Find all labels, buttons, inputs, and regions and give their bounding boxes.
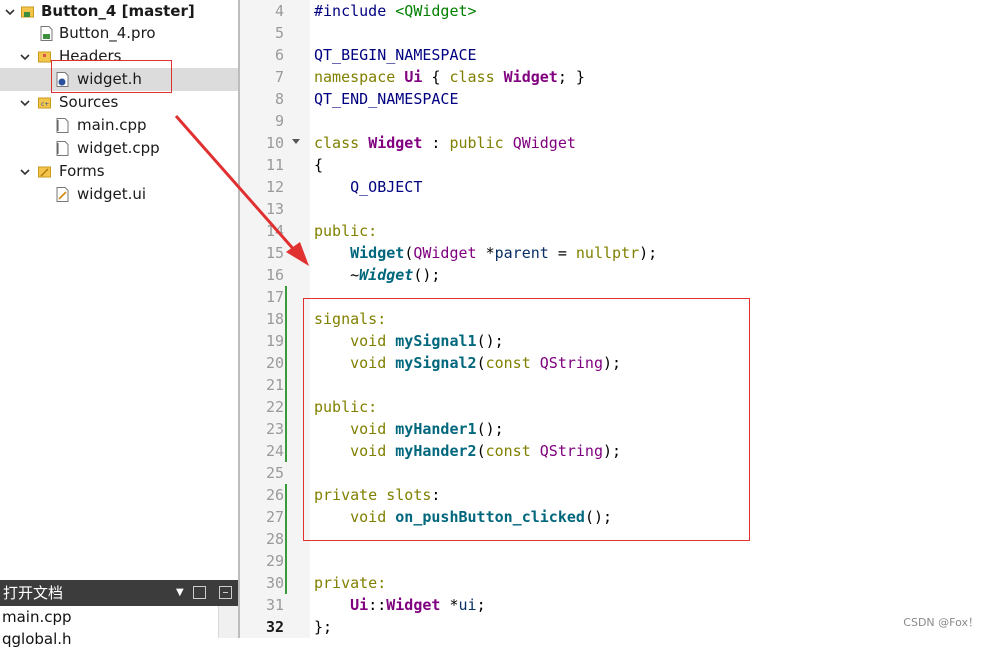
change-marker <box>285 484 287 594</box>
chevron-down-icon[interactable] <box>4 6 16 18</box>
line-number: 14 <box>265 222 284 240</box>
code-line-14: public: <box>314 222 378 240</box>
open-documents-title: 打开文档 <box>3 584 64 602</box>
tree-item-label: main.cpp <box>77 116 147 134</box>
watermark: CSDN @Fox！ <box>903 616 979 629</box>
line-number: 22 <box>265 398 284 416</box>
line-number: 10 <box>265 134 284 152</box>
code-line-31: Ui::Widget *ui; <box>350 596 486 614</box>
tree-item-widget-ui[interactable]: widget.ui <box>0 183 238 206</box>
line-number: 26 <box>265 486 284 504</box>
cpp-file-icon <box>56 118 69 133</box>
chevron-down-icon[interactable] <box>19 51 31 63</box>
tree-item-label: widget.ui <box>77 185 147 203</box>
tree-item-label: Forms <box>59 162 105 180</box>
chevron-down-icon[interactable] <box>19 166 31 178</box>
svg-text:c+: c+ <box>41 101 49 108</box>
line-number: 8 <box>274 90 284 108</box>
line-number: 18 <box>265 310 284 328</box>
line-number: 13 <box>265 200 284 218</box>
code-line-12: Q_OBJECT <box>314 178 423 196</box>
line-number: 19 <box>265 332 284 350</box>
ui-file-icon <box>56 187 69 202</box>
tree-item-pro-file[interactable]: Button_4.pro <box>0 22 238 45</box>
tree-item-label: Button_4.pro <box>59 24 156 42</box>
tree-item-sources[interactable]: c+ Sources <box>0 91 238 114</box>
tree-item-label: Sources <box>59 93 119 111</box>
line-number: 23 <box>265 420 284 438</box>
line-number: 11 <box>265 156 284 174</box>
code-line-10: class Widget : public QWidget <box>314 134 576 152</box>
open-documents-scrollbar[interactable] <box>218 606 239 638</box>
close-panel-icon[interactable] <box>219 586 232 599</box>
code-line-30: private: <box>314 574 387 592</box>
code-line-16: ~Widget(); <box>314 266 441 284</box>
line-number: 15 <box>265 244 284 262</box>
dropdown-arrow-icon[interactable]: ▼ <box>176 580 184 606</box>
line-number: 6 <box>274 46 284 64</box>
line-number: 24 <box>265 442 284 460</box>
code-line-32: }; <box>314 618 333 636</box>
open-document-item[interactable]: main.cpp <box>2 606 72 628</box>
code-line-8: QT_END_NAMESPACE <box>314 90 459 108</box>
open-document-item[interactable]: qglobal.h <box>2 628 72 650</box>
forms-folder-icon <box>38 166 51 178</box>
sources-folder-icon: c+ <box>38 97 51 109</box>
chevron-down-icon[interactable] <box>19 97 31 109</box>
tree-item-label: widget.cpp <box>77 139 160 157</box>
line-number: 9 <box>274 112 284 130</box>
line-number: 17 <box>265 288 284 306</box>
annotation-box-signals-slots <box>303 298 750 541</box>
headers-folder-icon <box>38 51 51 63</box>
project-name: Button_4 [master] <box>41 2 195 20</box>
line-number: 29 <box>265 552 284 570</box>
line-number: 27 <box>265 508 284 526</box>
line-number: 4 <box>274 2 284 20</box>
pro-file-icon <box>40 26 53 41</box>
split-icon[interactable] <box>193 586 206 599</box>
tree-item-main-cpp[interactable]: main.cpp <box>0 114 238 137</box>
open-documents-list: main.cpp qglobal.h <box>0 606 238 648</box>
project-folder-icon <box>21 6 34 18</box>
line-number: 31 <box>265 596 284 614</box>
line-number: 25 <box>265 464 284 482</box>
tree-item-project[interactable]: Button_4 [master] <box>0 0 238 23</box>
annotation-box-widget-h <box>51 60 172 93</box>
code-line-15: Widget(QWidget *parent = nullptr); <box>350 244 658 262</box>
line-number-current: 32 <box>265 618 284 636</box>
line-number: 30 <box>265 574 284 592</box>
tree-item-widget-cpp[interactable]: widget.cpp <box>0 137 238 160</box>
line-number: 21 <box>265 376 284 394</box>
cpp-file-icon <box>56 141 69 156</box>
code-line-4: #include <QWidget> <box>314 2 477 20</box>
line-number: 7 <box>274 68 284 86</box>
code-line-6: QT_BEGIN_NAMESPACE <box>314 46 477 64</box>
tree-item-forms[interactable]: Forms <box>0 160 238 183</box>
code-line-11: { <box>314 156 324 174</box>
line-number: 5 <box>274 24 284 42</box>
line-number: 12 <box>265 178 284 196</box>
line-number: 28 <box>265 530 284 548</box>
code-line-7: namespace Ui { class Widget; } <box>314 68 585 86</box>
change-marker <box>285 286 287 462</box>
open-documents-header: 打开文档 ▼ <box>0 580 238 606</box>
fold-toggle-icon[interactable] <box>290 137 302 147</box>
line-number: 20 <box>265 354 284 372</box>
line-number: 16 <box>265 266 284 284</box>
